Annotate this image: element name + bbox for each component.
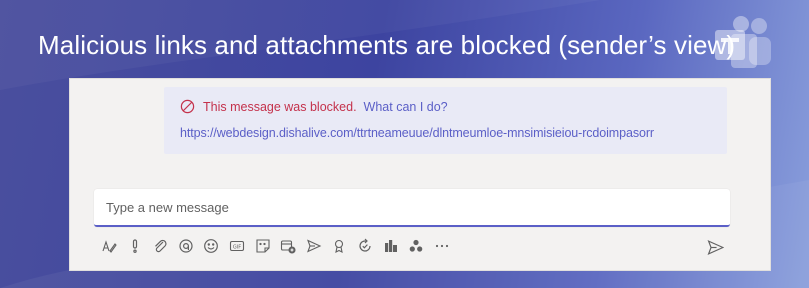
format-icon[interactable]: [98, 235, 120, 257]
loop-icon[interactable]: [175, 235, 197, 257]
what-can-i-do-link[interactable]: What can I do?: [364, 100, 448, 114]
priority-icon[interactable]: [124, 235, 146, 257]
schedule-send-icon[interactable]: [303, 235, 325, 257]
sticker-icon[interactable]: [252, 235, 274, 257]
send-icon: [707, 239, 724, 255]
attach-icon[interactable]: [149, 235, 171, 257]
stream-icon[interactable]: [380, 235, 402, 257]
blocked-url: https://webdesign.dishalive.com/ttrtneam…: [180, 126, 654, 140]
praise-icon[interactable]: [328, 235, 350, 257]
chat-panel: This message was blocked. What can I do?…: [69, 78, 771, 271]
compose-box: [94, 189, 730, 227]
meet-now-icon[interactable]: [277, 235, 299, 257]
compose-toolbar: GIF: [98, 235, 456, 257]
viva-icon[interactable]: [405, 235, 427, 257]
message-input[interactable]: [94, 189, 730, 225]
more-icon[interactable]: [431, 235, 453, 257]
blocked-circle-icon: [180, 99, 195, 114]
blocked-status-text: This message was blocked.: [203, 99, 357, 114]
svg-text:GIF: GIF: [233, 244, 241, 250]
blocked-status-row: This message was blocked. What can I do?: [180, 99, 448, 114]
emoji-icon[interactable]: [200, 235, 222, 257]
gif-icon[interactable]: GIF: [226, 235, 248, 257]
approvals-icon[interactable]: [354, 235, 376, 257]
teams-logo-icon: [715, 16, 771, 68]
blocked-message-card: This message was blocked. What can I do?…: [164, 87, 727, 154]
slide-title: Malicious links and attachments are bloc…: [38, 30, 736, 60]
send-button[interactable]: [704, 237, 726, 257]
